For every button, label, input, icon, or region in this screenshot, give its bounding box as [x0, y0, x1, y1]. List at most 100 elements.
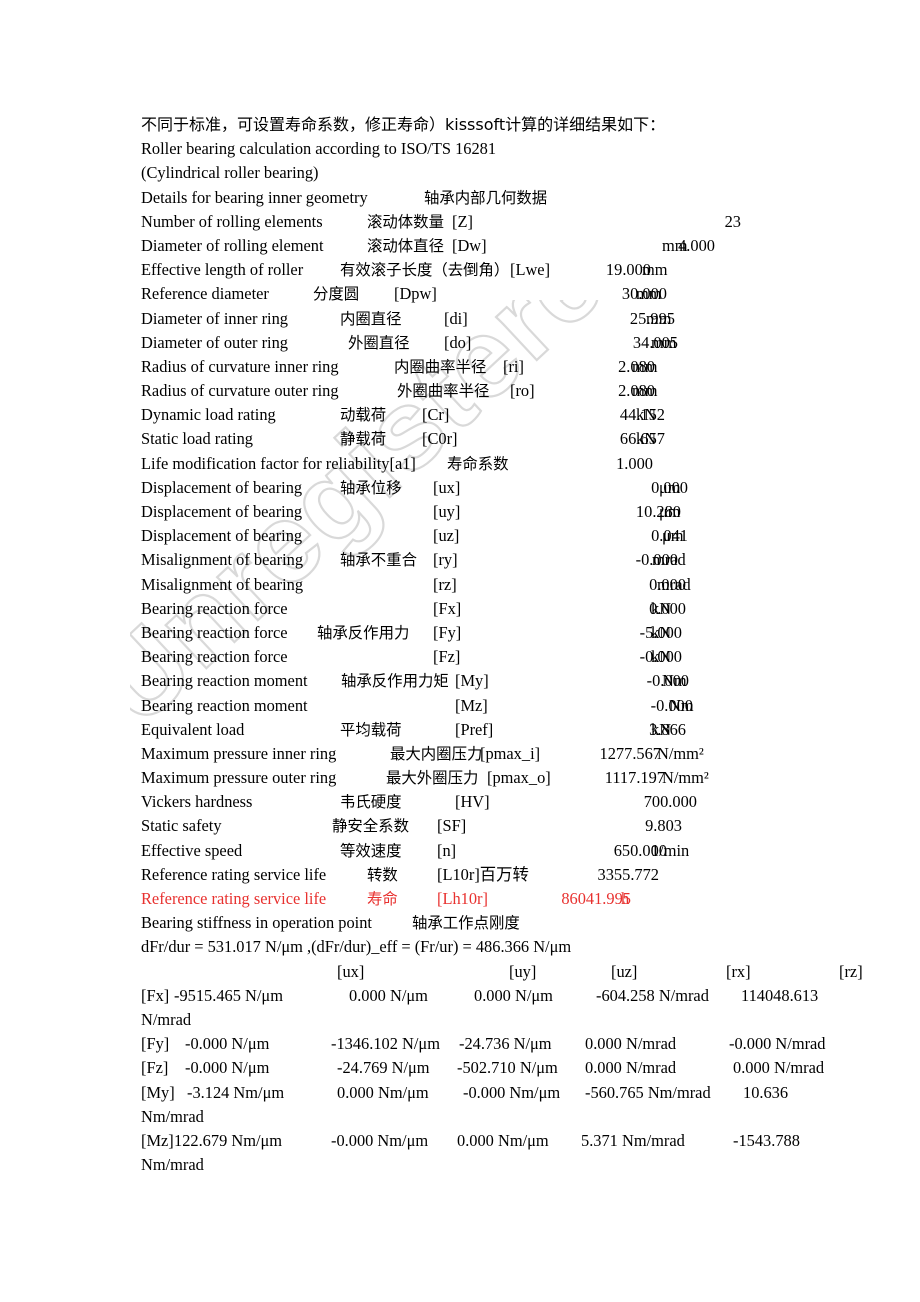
parameter-symbol-17: [Fy]: [433, 622, 462, 642]
parameter-label-3: Reference diameter: [141, 284, 269, 304]
parameter-unit-19: Nm: [662, 671, 687, 691]
matrix-cell-4-1: -0.000 Nm/μm: [331, 1130, 429, 1150]
matrix-cell-2-2: -502.710 N/μm: [457, 1058, 558, 1078]
matrix-cell-1-1: -1346.102 N/μm: [331, 1034, 440, 1054]
matrix-cell-3-0: -3.124 Nm/μm: [187, 1082, 285, 1102]
intro-line-3: (Cylindrical roller bearing): [141, 161, 841, 185]
parameter-label-1: Diameter of rolling element: [141, 235, 324, 255]
parameter-label-13: Displacement of bearing: [141, 526, 303, 546]
parameter-symbol-26: [n]: [437, 840, 457, 860]
parameter-label-19: Bearing reaction moment: [141, 671, 308, 691]
parameter-value-22: 1277.567: [599, 743, 661, 763]
parameter-symbol-19: [My]: [455, 671, 489, 691]
parameter-row-highlight: Reference rating service life 寿命 [Lh10r] 86…: [141, 887, 841, 911]
parameter-row-1: Diameter of rolling element 滚动体直径 [Dw] 4.00…: [141, 234, 841, 258]
intro-line-1-text: 不同于标准，可设置寿命系数，修正寿命）kisssoft计算的详细结果如下：: [141, 115, 666, 134]
parameter-label-6: Radius of curvature inner ring: [141, 356, 339, 376]
parameter-unit-3: mm: [636, 284, 662, 304]
parameter-label-7: Radius of curvature outer ring: [141, 381, 339, 401]
parameter-label-cn-6: 内圈曲率半径: [394, 357, 487, 376]
parameter-unit-13: μm: [662, 526, 684, 546]
parameter-unit-highlight: h: [621, 889, 630, 908]
stiffness-formula-text: dFr/dur = 531.017 N/μm ,(dFr/dur)_eff = …: [141, 937, 572, 957]
parameter-symbol-22: [pmax_i]: [480, 743, 541, 763]
parameter-row-22: Maximum pressure inner ring 最大内圈压力 [pmax_i…: [141, 742, 841, 766]
parameter-label-cn-11: 轴承位移: [340, 478, 402, 497]
matrix-cell-1-0: -0.000 N/μm: [185, 1034, 270, 1054]
parameter-label-cn-2: 有效滚子长度（去倒角）: [340, 261, 510, 280]
matrix-row-2: [Fz] -0.000 N/μm -24.769 N/μm -502.710 N/μm…: [141, 1056, 841, 1080]
parameter-unit-1: mm: [662, 235, 688, 255]
parameter-unit-6: mm: [632, 356, 658, 376]
parameter-symbol-15: [rz]: [433, 574, 457, 594]
parameter-symbol-23: [pmax_o]: [487, 768, 551, 788]
parameter-label-20: Bearing reaction moment: [141, 695, 308, 715]
parameter-symbol-2: [Lwe]: [510, 260, 551, 280]
parameter-label-4: Diameter of inner ring: [141, 308, 289, 328]
parameter-row-26: Effective speed 等效速度 [n] 650.000 1/min: [141, 839, 841, 863]
parameter-value-2: 19.000: [605, 260, 651, 280]
parameter-label-cn-21: 平均载荷: [340, 720, 402, 739]
parameter-label-cn-3: 分度圆: [313, 285, 360, 304]
parameter-label-23: Maximum pressure outer ring: [141, 768, 337, 788]
parameter-unit-17: kN: [651, 622, 672, 642]
parameter-value-highlight: 86041.995: [561, 889, 631, 908]
parameter-label-17: Bearing reaction force: [141, 622, 288, 642]
matrix-header-4: [rz]: [839, 961, 863, 981]
parameter-unit-11: μm: [659, 477, 681, 497]
matrix-row-label-1: [Fy]: [141, 1034, 170, 1054]
matrix-cell-4-3: 5.371 Nm/mrad: [581, 1130, 685, 1150]
parameter-value-25: 9.803: [645, 816, 682, 836]
matrix-row-label-4: [Mz]: [141, 1130, 174, 1150]
parameter-symbol-6: [ri]: [503, 356, 524, 376]
matrix-row-label-2: [Fz]: [141, 1058, 169, 1078]
parameter-label-highlight: Reference rating service life: [141, 889, 327, 908]
matrix-row-label-0: [Fx]: [141, 985, 170, 1005]
parameter-label-cn-19: 轴承反作用力矩: [341, 672, 449, 691]
parameter-unit-9: kN: [636, 429, 657, 449]
parameter-unit-22: N/mm²: [657, 743, 704, 763]
matrix-row-1: [Fy] -0.000 N/μm -1346.102 N/μm -24.736 N/μ…: [141, 1032, 841, 1056]
stiffness-matrix: [ux] [uy] [uz] [rx] [rz] [Fx] -9515.465 N/μm 0.…: [141, 960, 863, 1178]
parameter-label-18: Bearing reaction force: [141, 647, 288, 667]
parameter-row-11: Displacement of bearing 轴承位移 [ux] 0.000 μm: [141, 476, 841, 500]
parameter-label-9: Static load rating: [141, 429, 253, 449]
parameter-symbol-8: [Cr]: [422, 405, 450, 425]
parameter-row-6: Radius of curvature inner ring 内圈曲率半径 [ri]…: [141, 355, 841, 379]
parameter-unit-8: kN: [636, 405, 657, 425]
matrix-cell-0-2: 0.000 N/μm: [474, 985, 553, 1005]
parameter-unit-23: N/mm²: [662, 768, 709, 788]
matrix-row-3: [My] -3.124 Nm/μm 0.000 Nm/μm -0.000 Nm/μm -…: [141, 1081, 841, 1105]
parameter-symbol-7: [ro]: [510, 381, 535, 401]
parameter-value-23: 1117.197: [604, 768, 665, 788]
matrix-row-label-3: [My]: [141, 1082, 175, 1102]
parameter-list: Number of rolling elements 滚动体数量 [Z] 23 Diam…: [141, 210, 841, 887]
inner-geometry-heading: Details for bearing inner geometry 轴承内部几…: [141, 186, 841, 210]
parameter-label-25: Static safety: [141, 816, 222, 836]
intro-line-3-text: (Cylindrical roller bearing): [141, 163, 319, 183]
parameter-label-22: Maximum pressure inner ring: [141, 743, 337, 763]
parameter-value-0: 23: [724, 211, 741, 231]
stiffness-formula: dFr/dur = 531.017 N/μm ,(dFr/dur)_eff = …: [141, 935, 841, 959]
parameter-label-21: Equivalent load: [141, 719, 245, 739]
parameter-symbol-14: [ry]: [433, 550, 458, 570]
parameter-label-27: Reference rating service life: [141, 864, 327, 884]
parameter-unit-16: kN: [651, 598, 672, 618]
parameter-unit-20: Nm: [669, 695, 694, 715]
parameter-row-16: Bearing reaction force [Fx] 0.000 kN: [141, 597, 841, 621]
matrix-cell-2-3: 0.000 N/mrad: [585, 1058, 677, 1078]
parameter-label-cn-8: 动载荷: [340, 406, 387, 425]
parameter-value-27: 3355.772: [597, 864, 659, 884]
parameter-value-24: 700.000: [643, 792, 697, 812]
matrix-cell-2-0: -0.000 N/μm: [185, 1058, 270, 1078]
parameter-label-8: Dynamic load rating: [141, 405, 276, 425]
matrix-cell-1-4: -0.000 N/mrad: [729, 1034, 826, 1054]
parameter-label-24: Vickers hardness: [141, 792, 253, 812]
parameter-row-15: Misalignment of bearing [rz] 0.000 mrad: [141, 573, 841, 597]
parameter-label-cn-0: 滚动体数量: [367, 212, 444, 231]
matrix-row-overflow-text-0: N/mrad: [141, 1009, 192, 1029]
parameter-symbol-12: [uy]: [433, 502, 461, 521]
parameter-label-cn-14: 轴承不重合: [340, 551, 417, 570]
parameter-symbol-highlight: [Lh10r]: [437, 889, 488, 908]
matrix-cell-2-1: -24.769 N/μm: [337, 1058, 430, 1078]
